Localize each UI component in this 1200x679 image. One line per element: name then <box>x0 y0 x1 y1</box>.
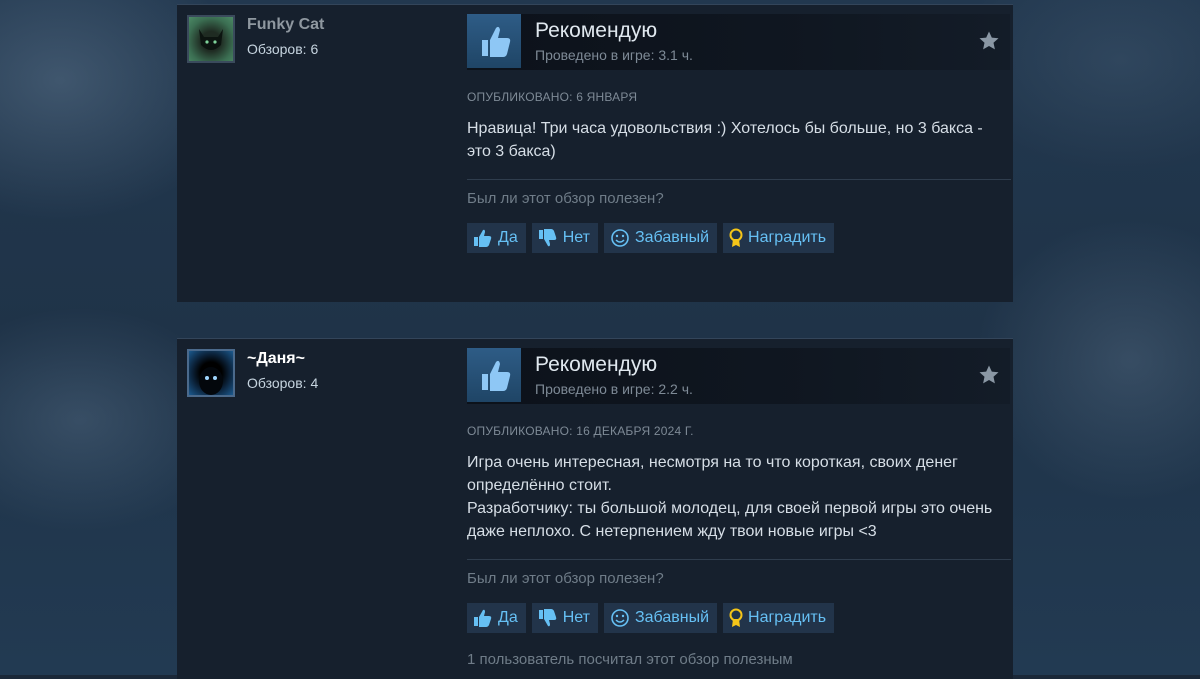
black-cat-icon <box>199 29 223 50</box>
vote-header[interactable]: Рекомендую Проведено в игре: 3.1 ч. <box>467 14 1010 70</box>
vote-funny-label: Забавный <box>634 609 710 626</box>
vote-yes-button[interactable]: Да <box>467 223 526 253</box>
author-review-count[interactable]: Обзоров: 4 <box>247 375 318 391</box>
award-button[interactable]: Наградить <box>723 223 835 253</box>
thumbs-up-icon <box>474 609 492 627</box>
vote-no-label: Нет <box>562 609 590 626</box>
posted-date: ОПУБЛИКОВАНО: 6 ЯНВАРЯ <box>467 90 638 104</box>
vote-no-button[interactable]: Нет <box>531 603 598 633</box>
thumbs-up-icon <box>474 229 492 247</box>
award-medal-icon <box>729 608 743 627</box>
helpful-question: Был ли этот обзор полезен? <box>467 570 664 587</box>
divider <box>467 559 1011 560</box>
author-review-count[interactable]: Обзоров: 6 <box>247 41 318 57</box>
vote-funny-label: Забавный <box>634 229 710 246</box>
vote-buttons: Да Нет Забавный Наградить <box>467 223 835 253</box>
star-icon[interactable] <box>978 30 1000 52</box>
author-avatar[interactable] <box>187 349 235 397</box>
vote-yes-label: Да <box>498 229 518 246</box>
review-paragraph: Нравица! Три часа удовольствия :) Хотело… <box>467 120 983 160</box>
thumbs-down-icon <box>538 609 556 627</box>
author-avatar[interactable] <box>187 15 235 63</box>
smiley-icon <box>611 609 629 627</box>
vote-header[interactable]: Рекомендую Проведено в игре: 2.2 ч. <box>467 348 1010 404</box>
award-medal-icon <box>729 228 743 247</box>
review-text: Нравица! Три часа удовольствия :) Хотело… <box>467 117 1007 163</box>
vote-funny-button[interactable]: Забавный <box>603 223 718 253</box>
star-icon[interactable] <box>978 364 1000 386</box>
vote-funny-button[interactable]: Забавный <box>603 603 718 633</box>
dark-glow-avatar-icon <box>199 367 223 395</box>
author-name[interactable]: ~Даня~ <box>247 350 305 368</box>
smiley-icon <box>611 229 629 247</box>
recommend-title: Рекомендую <box>535 19 658 42</box>
author-name[interactable]: Funky Cat <box>247 16 324 34</box>
vote-no-label: Нет <box>562 229 590 246</box>
playtime: Проведено в игре: 3.1 ч. <box>535 47 693 63</box>
review-paragraph: Разработчику: ты большой молодец, для св… <box>467 500 993 540</box>
divider <box>467 179 1011 180</box>
vote-no-button[interactable]: Нет <box>531 223 598 253</box>
award-label: Наградить <box>748 229 827 246</box>
playtime: Проведено в игре: 2.2 ч. <box>535 381 693 397</box>
award-label: Наградить <box>748 609 827 626</box>
review-card: Funky Cat Обзоров: 6 Рекомендую Проведен… <box>177 4 1013 302</box>
award-button[interactable]: Наградить <box>723 603 835 633</box>
vote-buttons: Да Нет Забавный Наградить <box>467 603 835 633</box>
thumbs-up-icon <box>467 14 521 68</box>
thumbs-up-icon <box>467 348 521 402</box>
review-paragraph: Игра очень интересная, несмотря на то чт… <box>467 454 958 494</box>
recommend-title: Рекомендую <box>535 353 658 376</box>
helpful-summary: 1 пользователь посчитал этот обзор полез… <box>467 651 793 668</box>
vote-yes-label: Да <box>498 609 518 626</box>
vote-yes-button[interactable]: Да <box>467 603 526 633</box>
helpful-question: Был ли этот обзор полезен? <box>467 190 664 207</box>
review-card: ~Даня~ Обзоров: 4 Рекомендую Проведено в… <box>177 338 1013 679</box>
posted-date: ОПУБЛИКОВАНО: 16 ДЕКАБРЯ 2024 Г. <box>467 424 694 438</box>
review-text: Игра очень интересная, несмотря на то чт… <box>467 451 1007 543</box>
thumbs-down-icon <box>538 229 556 247</box>
